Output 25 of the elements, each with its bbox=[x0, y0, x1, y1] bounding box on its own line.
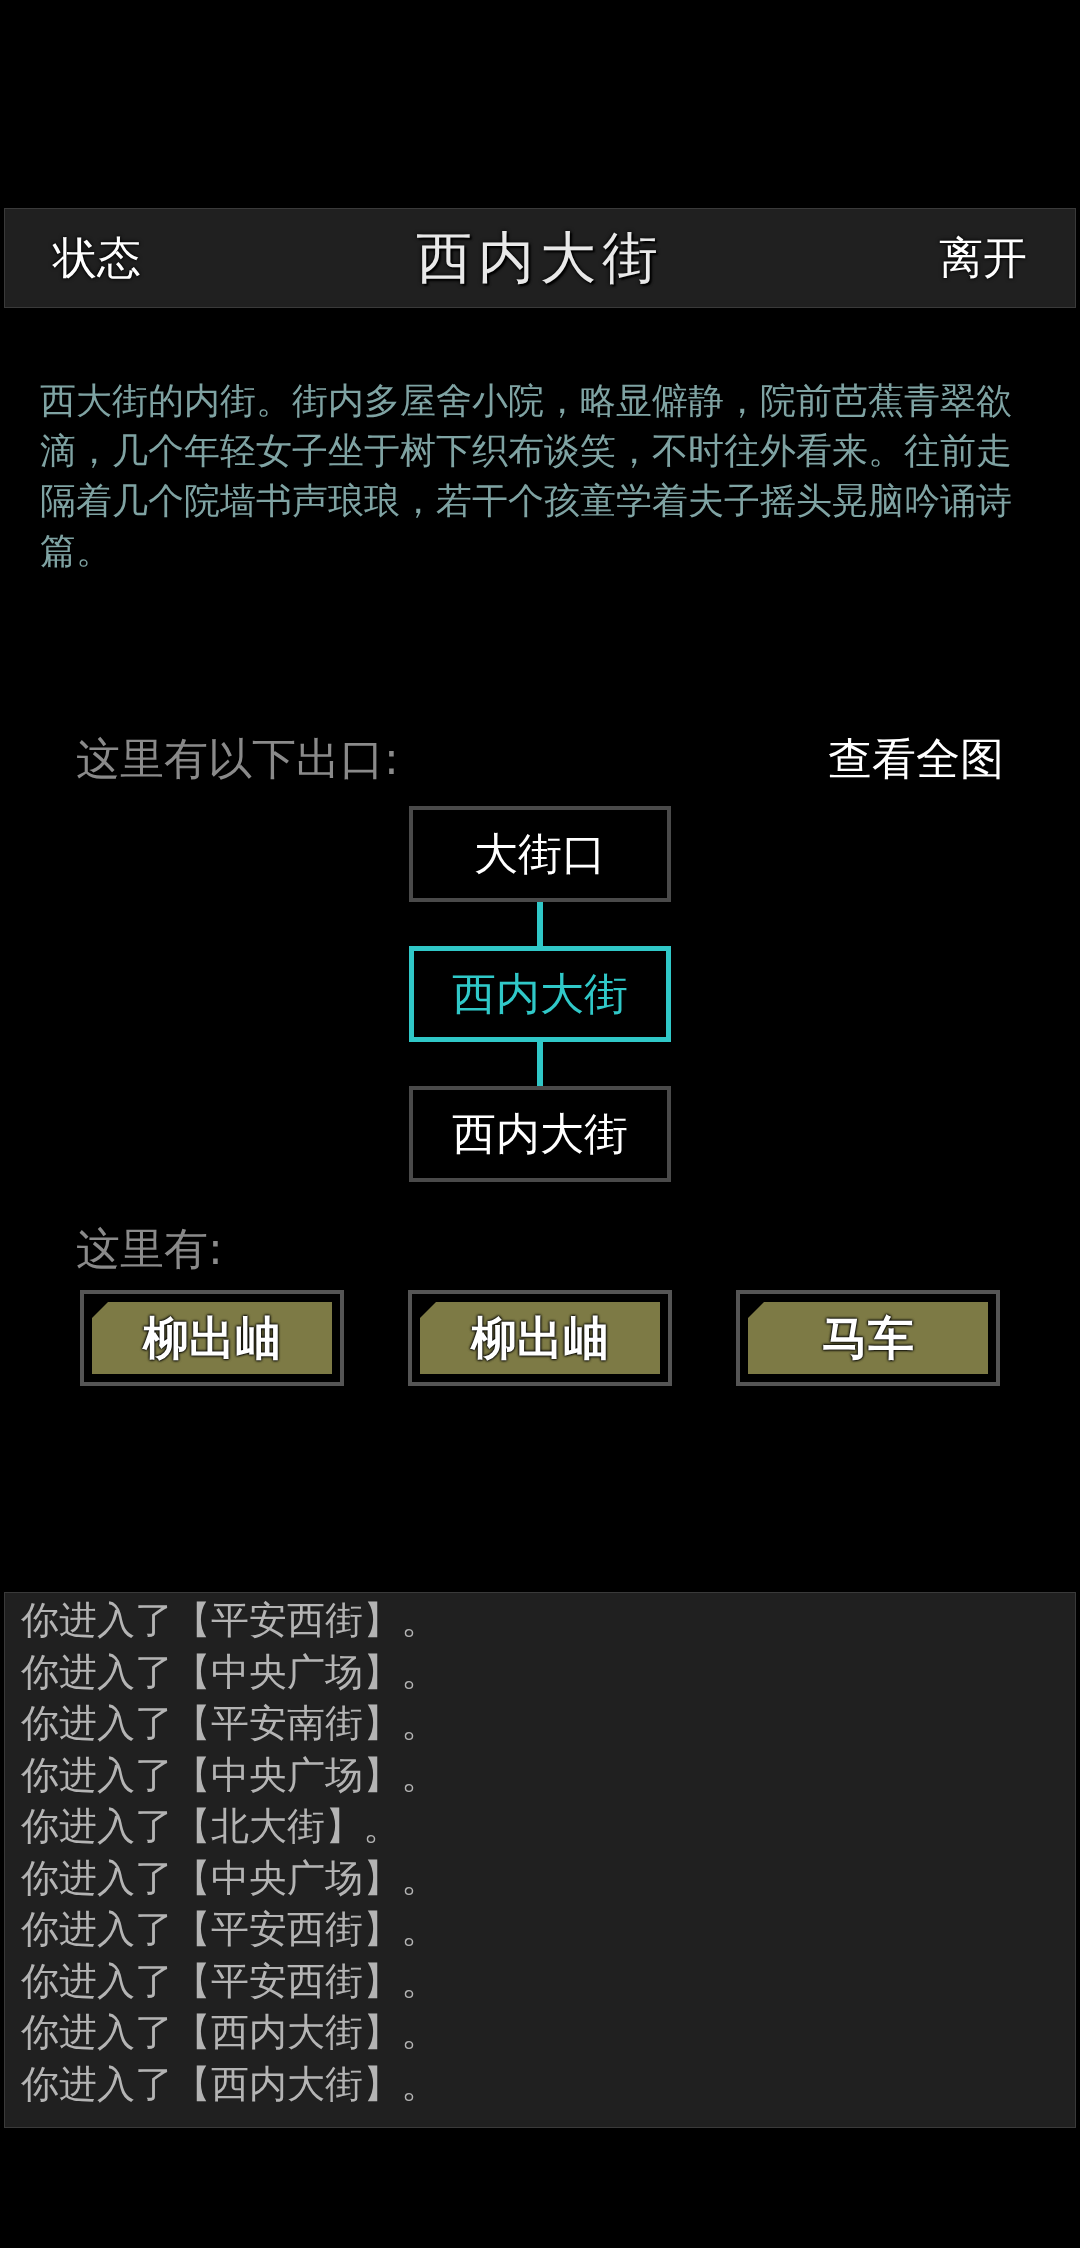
view-map-button[interactable]: 查看全图 bbox=[828, 726, 1004, 792]
npc-button[interactable]: 柳出岫 bbox=[408, 1290, 672, 1386]
exit-node[interactable]: 西内大街 bbox=[409, 1086, 671, 1182]
log-message: 你进入了【北大街】。 bbox=[21, 1803, 402, 1850]
log-message: 你进入了【西内大街】。 bbox=[21, 2009, 440, 2056]
log-message: 你进入了【中央广场】。 bbox=[21, 1751, 440, 1799]
exit-node[interactable]: 大街口 bbox=[409, 806, 671, 902]
log-message: 你进入了【平安西街】。 bbox=[21, 1957, 440, 2005]
leave-button[interactable]: 离开 bbox=[939, 225, 1027, 291]
log-message: 你进入了【中央广场】。 bbox=[21, 1854, 440, 1902]
location-title: 西内大街 bbox=[416, 224, 664, 292]
status-button[interactable]: 状态 bbox=[53, 225, 141, 291]
exits-label: 这里有以下出口: bbox=[76, 732, 399, 786]
log-message: 你进入了【平安南街】。 bbox=[21, 1700, 440, 1747]
location-description: 西大街的内街。街内多屋舍小院，略显僻静，院前芭蕉青翠欲滴，几个年轻女子坐于树下织布谈笑，不时往外看来。往前走隔着几个院墙书声琅琅，若干个孩童学着夫子摇头晃脑吟诵诗篇。 bbox=[40, 379, 1013, 573]
log-message: 你进入了【平安西街】。 bbox=[21, 1597, 440, 1644]
exit-node[interactable]: 西内大街 bbox=[409, 946, 671, 1042]
log-message: 你进入了【西内大街】。 bbox=[21, 2060, 440, 2108]
map-connector bbox=[537, 1042, 543, 1086]
map-connector bbox=[537, 902, 543, 946]
npc-button[interactable]: 柳出岫 bbox=[80, 1290, 344, 1386]
log-message: 你进入了【平安西街】。 bbox=[21, 1906, 440, 1953]
here-label: 这里有: bbox=[76, 1222, 223, 1276]
log-message: 你进入了【中央广场】。 bbox=[21, 1648, 440, 1696]
npc-button[interactable]: 马车 bbox=[736, 1290, 1000, 1386]
